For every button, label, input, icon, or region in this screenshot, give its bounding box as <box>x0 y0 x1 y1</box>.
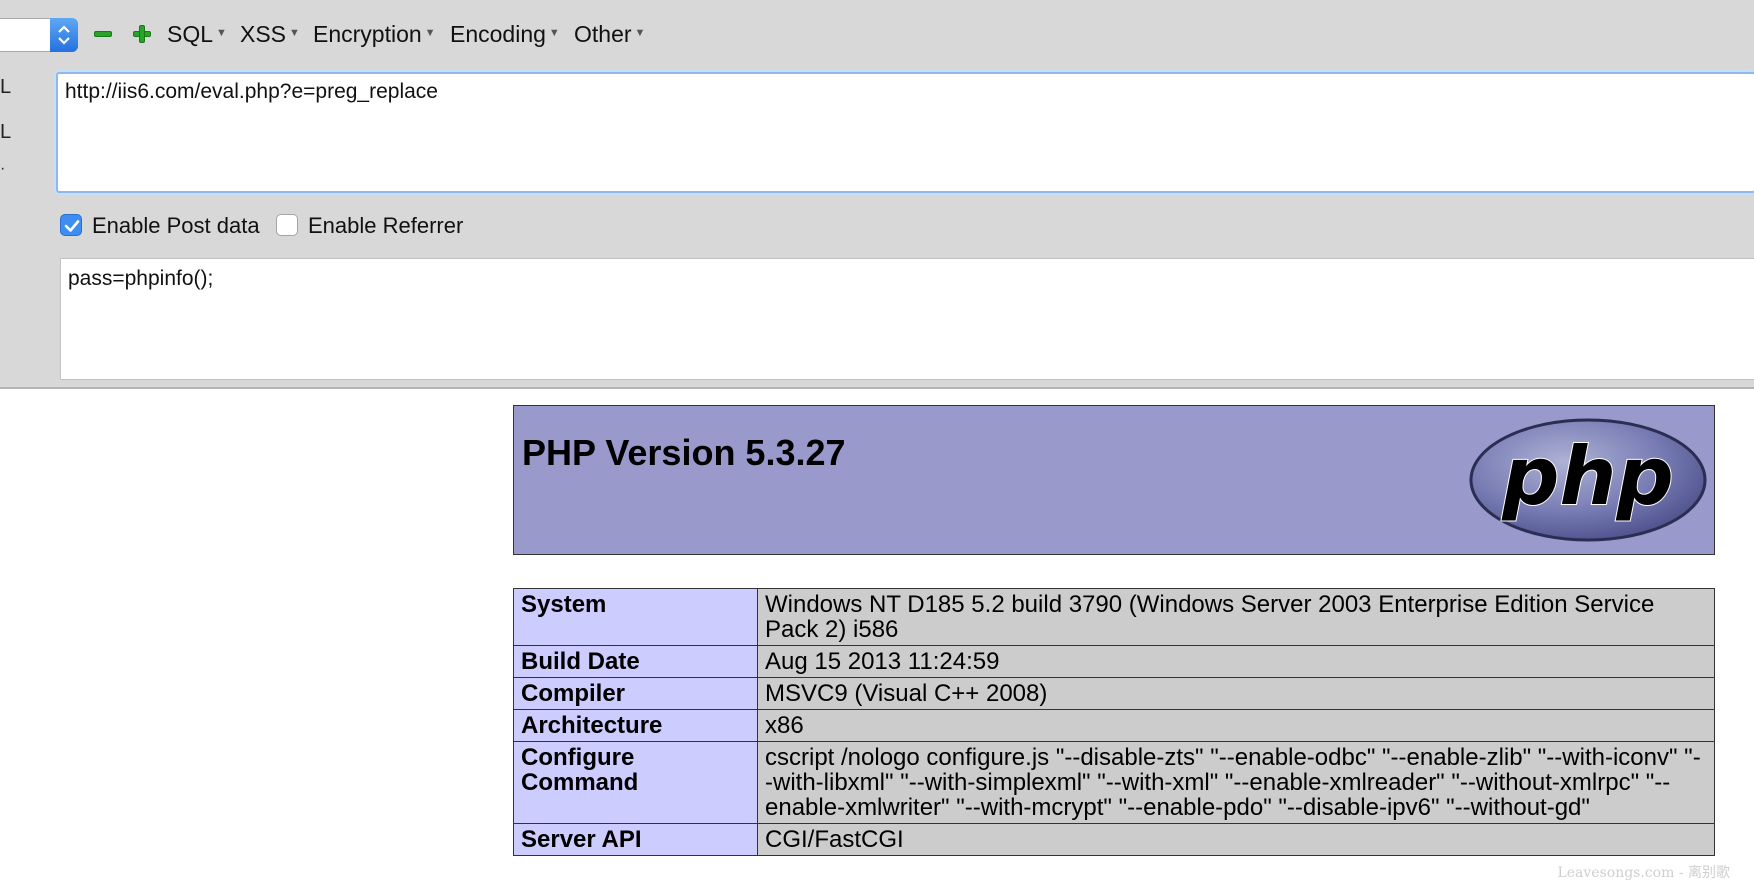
row-value: CGI/FastCGI <box>757 823 1715 856</box>
menu-encryption[interactable]: Encryption ▼ <box>313 21 436 48</box>
table-row: Build Date Aug 15 2013 11:24:59 <box>513 645 1715 678</box>
checkmark-icon <box>64 220 80 232</box>
row-value: Windows NT D185 5.2 build 3790 (Windows … <box>757 588 1715 646</box>
phpinfo-header: PHP Version 5.3.27 php <box>513 405 1715 555</box>
row-key: Build Date <box>513 645 758 678</box>
enable-post-label[interactable]: Enable Post data <box>92 213 260 239</box>
table-row: System Windows NT D185 5.2 build 3790 (Wi… <box>513 588 1715 646</box>
menu-xss[interactable]: XSS ▼ <box>240 21 300 48</box>
row-key: Compiler <box>513 677 758 710</box>
row-key: Configure Command <box>513 741 758 824</box>
row-key: Architecture <box>513 709 758 742</box>
url-input-value: http://iis6.com/eval.php?e=preg_replace <box>65 80 438 103</box>
menu-encoding[interactable]: Encoding ▼ <box>450 21 560 48</box>
menu-sql[interactable]: SQL ▼ <box>167 21 227 48</box>
hackbar-toolbar: SQL ▼ XSS ▼ Encryption ▼ Encoding ▼ Other ▼ <box>0 15 1754 59</box>
url-input[interactable]: http://iis6.com/eval.php?e=preg_replace <box>56 72 1754 193</box>
row-value: cscript /nologo configure.js "--disable-… <box>757 741 1715 824</box>
hackbar-panel: SQL ▼ XSS ▼ Encryption ▼ Encoding ▼ Other ▼ L… <box>0 0 1754 389</box>
page-title: PHP Version 5.3.27 <box>522 432 846 473</box>
load-url-label[interactable]: L <box>0 76 11 99</box>
decrease-level-icon[interactable] <box>92 23 114 45</box>
row-key: Server API <box>513 823 758 856</box>
post-data-value: pass=phpinfo(); <box>68 267 214 290</box>
split-url-label[interactable]: L <box>0 121 11 144</box>
row-value: Aug 15 2013 11:24:59 <box>757 645 1715 678</box>
table-row: Configure Command cscript /nologo configu… <box>513 741 1715 824</box>
menu-other[interactable]: Other ▼ <box>574 21 645 48</box>
row-key: System <box>513 588 758 646</box>
watermark: Leavesongs.com - 离别歌 <box>1557 865 1730 881</box>
row-value: MSVC9 (Visual C++ 2008) <box>757 677 1715 710</box>
increase-level-icon[interactable] <box>131 23 153 45</box>
table-row: Server API CGI/FastCGI <box>513 823 1715 856</box>
table-row: Architecture x86 <box>513 709 1715 742</box>
php-logo-icon: php <box>1469 418 1707 542</box>
level-select[interactable] <box>0 18 78 52</box>
enable-referrer-checkbox[interactable] <box>276 214 298 236</box>
execute-label[interactable]: · <box>0 160 5 178</box>
enable-referrer-label[interactable]: Enable Referrer <box>308 213 463 239</box>
svg-text:php: php <box>1501 430 1673 523</box>
row-value: x86 <box>757 709 1715 742</box>
post-data-input[interactable]: pass=phpinfo(); <box>60 258 1754 380</box>
select-arrows-icon <box>50 18 78 52</box>
phpinfo-table: System Windows NT D185 5.2 build 3790 (Wi… <box>513 588 1715 856</box>
table-row: Compiler MSVC9 (Visual C++ 2008) <box>513 677 1715 710</box>
enable-post-checkbox[interactable] <box>60 214 82 236</box>
